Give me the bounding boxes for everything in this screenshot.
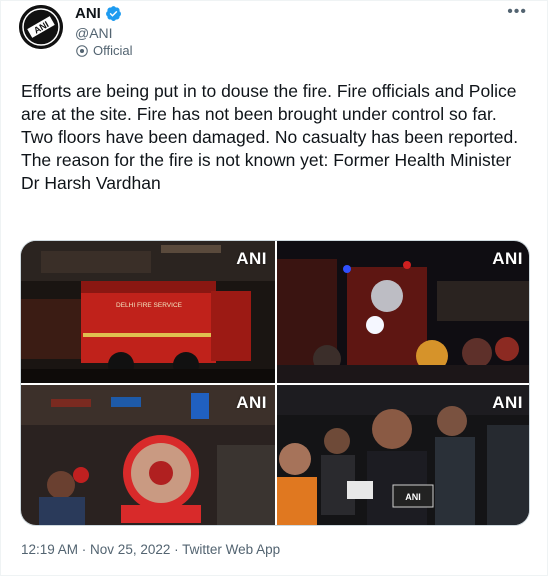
- ani-logo-icon: ANI: [19, 5, 63, 49]
- ani-watermark: ANI: [236, 249, 267, 268]
- photo-smoke-fan[interactable]: ANI: [21, 385, 275, 525]
- tweet-text: Efforts are being put in to douse the fi…: [21, 81, 519, 193]
- meta-separator: ·: [170, 542, 183, 557]
- tweet-time[interactable]: 12:19 AM: [21, 542, 78, 557]
- photo-fire-truck[interactable]: DELHI FIRE SERVICE ANI: [21, 241, 275, 383]
- meta-separator: ·: [78, 542, 91, 557]
- ani-watermark: ANI: [492, 393, 523, 412]
- more-options-icon[interactable]: •••: [507, 3, 527, 21]
- avatar[interactable]: ANI: [19, 5, 63, 49]
- tweet-metadata: 12:19 AM · Nov 25, 2022 · Twitter Web Ap…: [21, 542, 280, 557]
- author-name-row[interactable]: ANI: [75, 5, 122, 22]
- author-handle[interactable]: @ANI: [75, 25, 113, 41]
- photo-harsh-vardhan[interactable]: ANI ANI: [277, 385, 529, 525]
- tweet-source: Twitter Web App: [182, 542, 281, 557]
- photo-night-crowd[interactable]: ANI: [277, 241, 529, 383]
- official-seal-icon: [76, 44, 88, 57]
- ani-watermark: ANI: [236, 393, 267, 412]
- media-grid: DELHI FIRE SERVICE ANI ANI ANI ANI ANI: [20, 240, 530, 526]
- truck-text: DELHI FIRE SERVICE: [116, 302, 183, 309]
- verified-badge-icon: [105, 6, 121, 21]
- ani-watermark: ANI: [492, 249, 523, 268]
- official-label: Official: [75, 43, 133, 58]
- tweet-date[interactable]: Nov 25, 2022: [90, 542, 170, 557]
- mic-text: ANI: [405, 492, 421, 502]
- official-text: Official: [93, 43, 133, 58]
- tweet-card: ANI ANI @ANI Official ••• Efforts are be…: [0, 0, 548, 576]
- author-name[interactable]: ANI: [75, 5, 101, 22]
